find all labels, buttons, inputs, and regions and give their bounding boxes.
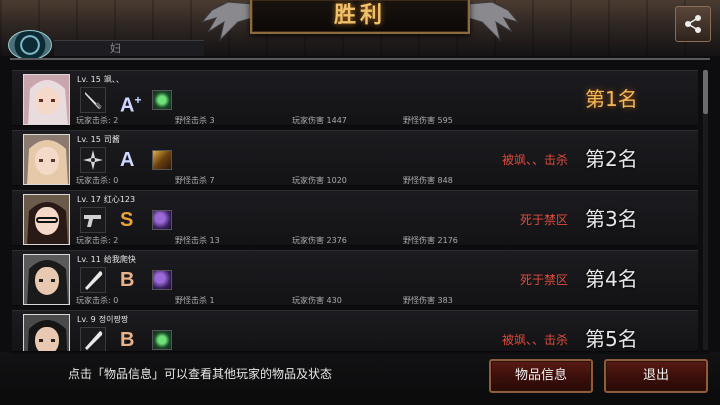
scrollbar-thumb[interactable] xyxy=(703,70,708,114)
player-damage: 玩家伤害 2376 xyxy=(292,236,347,245)
player-level-name: Lv. 17 红心123 xyxy=(77,195,136,204)
pistol-icon xyxy=(80,207,106,233)
monster-damage: 野怪伤害 595 xyxy=(403,116,453,125)
bat-icon xyxy=(80,267,106,293)
exit-button[interactable]: 退出 xyxy=(604,359,708,393)
grade-badge: S xyxy=(120,209,134,231)
monster-kills: 野怪击杀 1 xyxy=(175,296,215,305)
monster-damage: 野怪伤害 848 xyxy=(403,176,453,185)
monster-kills: 野怪击杀 7 xyxy=(175,176,215,185)
player-level-name: Lv. 15 司酱 xyxy=(77,135,120,144)
player-name: 司酱 xyxy=(103,135,120,144)
share-icon xyxy=(685,15,701,33)
player-portrait xyxy=(23,194,70,245)
purple-creature-icon xyxy=(152,270,172,290)
player-kills: 玩家击杀: 0 xyxy=(76,176,119,185)
player-emblem-icon xyxy=(8,30,52,60)
monster-kills: 野怪击杀 3 xyxy=(175,116,215,125)
rank-label: 第4名 xyxy=(585,267,638,291)
grade-badge: B xyxy=(120,269,135,291)
player-row-1: Lv. 15 飒、、 A+ 玩家击杀: 2 野怪击杀 3 玩家伤害 1447 野怪… xyxy=(12,70,698,126)
player-damage: 玩家伤害 430 xyxy=(292,296,342,305)
monster-damage: 野怪伤害 2176 xyxy=(403,236,458,245)
player-kills: 玩家击杀: 2 xyxy=(76,236,119,245)
right-wing-icon xyxy=(467,1,520,42)
title-plate: 胜利 xyxy=(250,0,470,34)
green-gem-icon xyxy=(152,330,172,350)
rank-label: 第2名 xyxy=(585,147,638,171)
rank-label: 第5名 xyxy=(585,327,638,351)
item-info-button[interactable]: 物品信息 xyxy=(489,359,593,393)
player-level-name: Lv. 15 飒、、 xyxy=(77,75,124,84)
bat-icon xyxy=(80,327,106,351)
monster-kills: 野怪击杀 13 xyxy=(175,236,220,245)
share-button[interactable] xyxy=(675,6,711,42)
green-gem-icon xyxy=(152,90,172,110)
player-level-name: Lv. 11 给我爬快 xyxy=(77,255,136,264)
corner-name-bar: 妇 xyxy=(54,40,204,56)
monster-damage: 野怪伤害 383 xyxy=(403,296,453,305)
rank-label: 第3名 xyxy=(585,207,638,231)
death-cause: 死于禁区 xyxy=(519,273,568,287)
player-row-3: Lv. 17 红心123 S 玩家击杀: 2 野怪击杀 13 玩家伤害 2376 … xyxy=(12,190,698,246)
player-portrait xyxy=(23,134,70,185)
player-damage: 玩家伤害 1447 xyxy=(292,116,347,125)
page-title: 胜利 xyxy=(333,3,386,28)
player-row-4: Lv. 11 给我爬快 B 玩家击杀: 0 野怪击杀 1 玩家伤害 430 野怪伤… xyxy=(12,250,698,306)
player-row-5: Lv. 9 정이짱짱 B 被飒、、击杀 第5名 xyxy=(12,310,698,352)
death-cause: 被飒、、击杀 xyxy=(501,333,568,347)
shuriken-icon xyxy=(80,147,106,173)
player-name: 飒、、 xyxy=(103,75,124,84)
player-level-name: Lv. 9 정이짱짱 xyxy=(77,315,129,324)
rank-label: 第1名 xyxy=(585,87,638,111)
knife-icon xyxy=(80,87,106,113)
player-portrait xyxy=(23,254,70,305)
left-wing-icon xyxy=(200,1,253,42)
player-name: 정이짱짱 xyxy=(98,315,129,324)
footer-hint: 点击「物品信息」可以查看其他玩家的物品及状态 xyxy=(68,367,333,381)
corner-name-text: 妇 xyxy=(110,42,121,55)
player-name: 红心123 xyxy=(103,195,136,204)
player-portrait xyxy=(23,74,70,125)
player-damage: 玩家伤害 1020 xyxy=(292,176,347,185)
gold-scroll-icon xyxy=(152,150,172,170)
player-kills: 玩家击杀: 0 xyxy=(76,296,119,305)
results-scrollbar[interactable] xyxy=(703,70,708,350)
player-portrait xyxy=(23,314,70,351)
purple-creature-icon xyxy=(152,210,172,230)
grade-badge: A xyxy=(120,149,135,171)
grade-badge: A+ xyxy=(120,93,142,117)
death-cause: 被飒、、击杀 xyxy=(501,153,568,167)
grade-badge: B xyxy=(120,329,135,351)
player-name: 给我爬快 xyxy=(103,255,136,264)
player-row-2: Lv. 15 司酱 A 玩家击杀: 0 野怪击杀 7 玩家伤害 1020 野怪伤害… xyxy=(12,130,698,186)
player-kills: 玩家击杀: 2 xyxy=(76,116,119,125)
death-cause: 死于禁区 xyxy=(519,213,568,227)
